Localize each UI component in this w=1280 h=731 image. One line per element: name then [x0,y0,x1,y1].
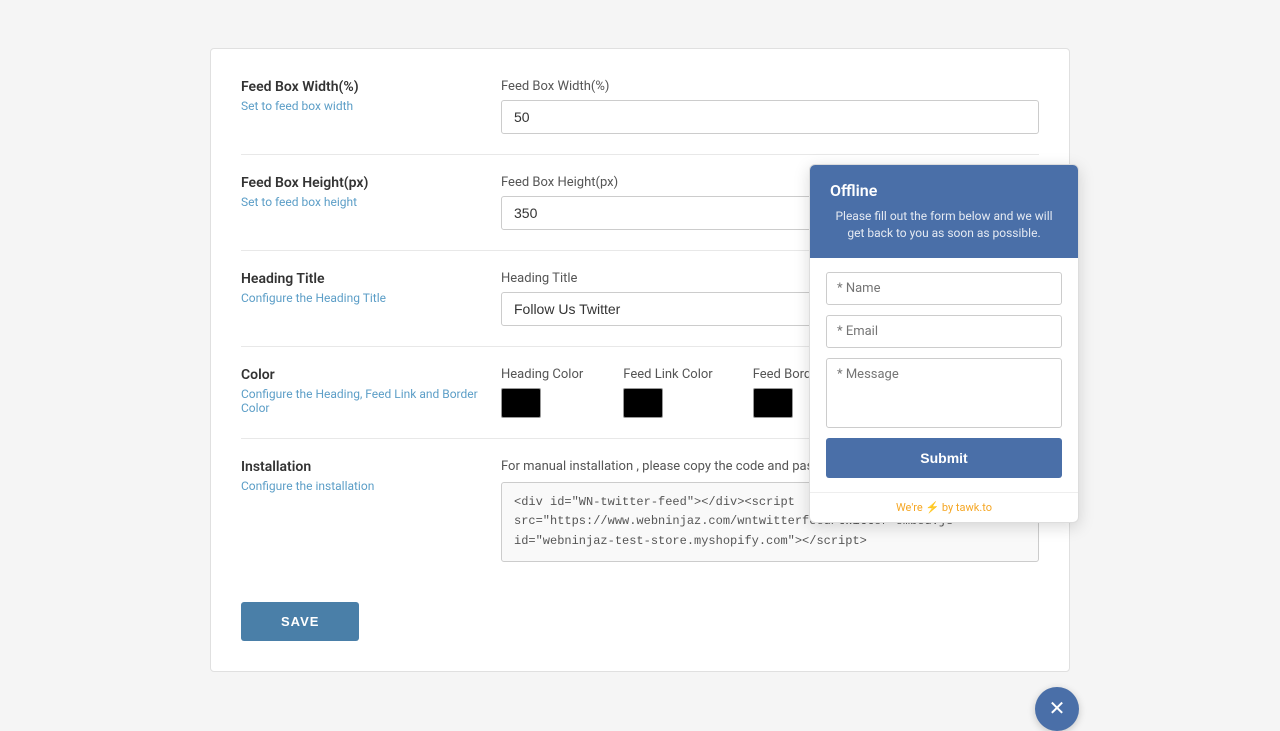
main-card: Feed Box Width(%) Set to feed box width … [210,48,1070,672]
heading-color-item: Heading Color [501,367,583,418]
feed-box-height-desc: Set to feed box height [241,195,501,209]
heading-title-title: Heading Title [241,271,501,287]
page-wrapper: Feed Box Width(%) Set to feed box width … [0,0,1280,720]
chat-footer-text: We're ⚡ by tawk.to [896,501,992,514]
feed-box-width-input[interactable] [501,100,1039,134]
chat-message-input[interactable] [826,358,1062,428]
feed-box-width-field-label: Feed Box Width(%) [501,79,1039,94]
feed-box-width-content: Feed Box Width(%) [501,79,1039,134]
installation-label-area: Installation Configure the installation [241,459,501,493]
close-icon: ✕ [1049,696,1066,721]
chat-widget: Offline Please fill out the form below a… [809,164,1079,523]
feed-box-height-label-area: Feed Box Height(px) Set to feed box heig… [241,175,501,209]
feed-link-color-label: Feed Link Color [623,367,712,382]
chat-footer: We're ⚡ by tawk.to [810,492,1078,522]
color-title: Color [241,367,501,383]
feed-box-width-section: Feed Box Width(%) Set to feed box width … [241,79,1039,155]
color-desc: Configure the Heading, Feed Link and Bor… [241,387,501,415]
save-section: SAVE [241,582,1039,641]
tawk-lightning-icon: ⚡ [925,501,939,514]
feed-border-color-swatch[interactable] [753,388,793,418]
color-label-area: Color Configure the Heading, Feed Link a… [241,367,501,415]
chat-description: Please fill out the form below and we wi… [830,208,1058,242]
heading-color-swatch[interactable] [501,388,541,418]
feed-box-height-title: Feed Box Height(px) [241,175,501,191]
save-button[interactable]: SAVE [241,602,359,641]
chat-header: Offline Please fill out the form below a… [810,165,1078,258]
heading-title-label-area: Heading Title Configure the Heading Titl… [241,271,501,305]
installation-title: Installation [241,459,501,475]
chat-close-button[interactable]: ✕ [1035,687,1079,731]
chat-submit-button[interactable]: Submit [826,438,1062,478]
heading-title-desc: Configure the Heading Title [241,291,501,305]
heading-color-label: Heading Color [501,367,583,382]
feed-link-color-item: Feed Link Color [623,367,712,418]
feed-box-width-label-area: Feed Box Width(%) Set to feed box width [241,79,501,113]
feed-box-width-title: Feed Box Width(%) [241,79,501,95]
chat-email-input[interactable] [826,315,1062,348]
installation-desc: Configure the installation [241,479,501,493]
feed-box-width-desc: Set to feed box width [241,99,501,113]
chat-body: Submit [810,258,1078,492]
chat-status: Offline [830,181,1058,200]
feed-link-color-swatch[interactable] [623,388,663,418]
chat-name-input[interactable] [826,272,1062,305]
